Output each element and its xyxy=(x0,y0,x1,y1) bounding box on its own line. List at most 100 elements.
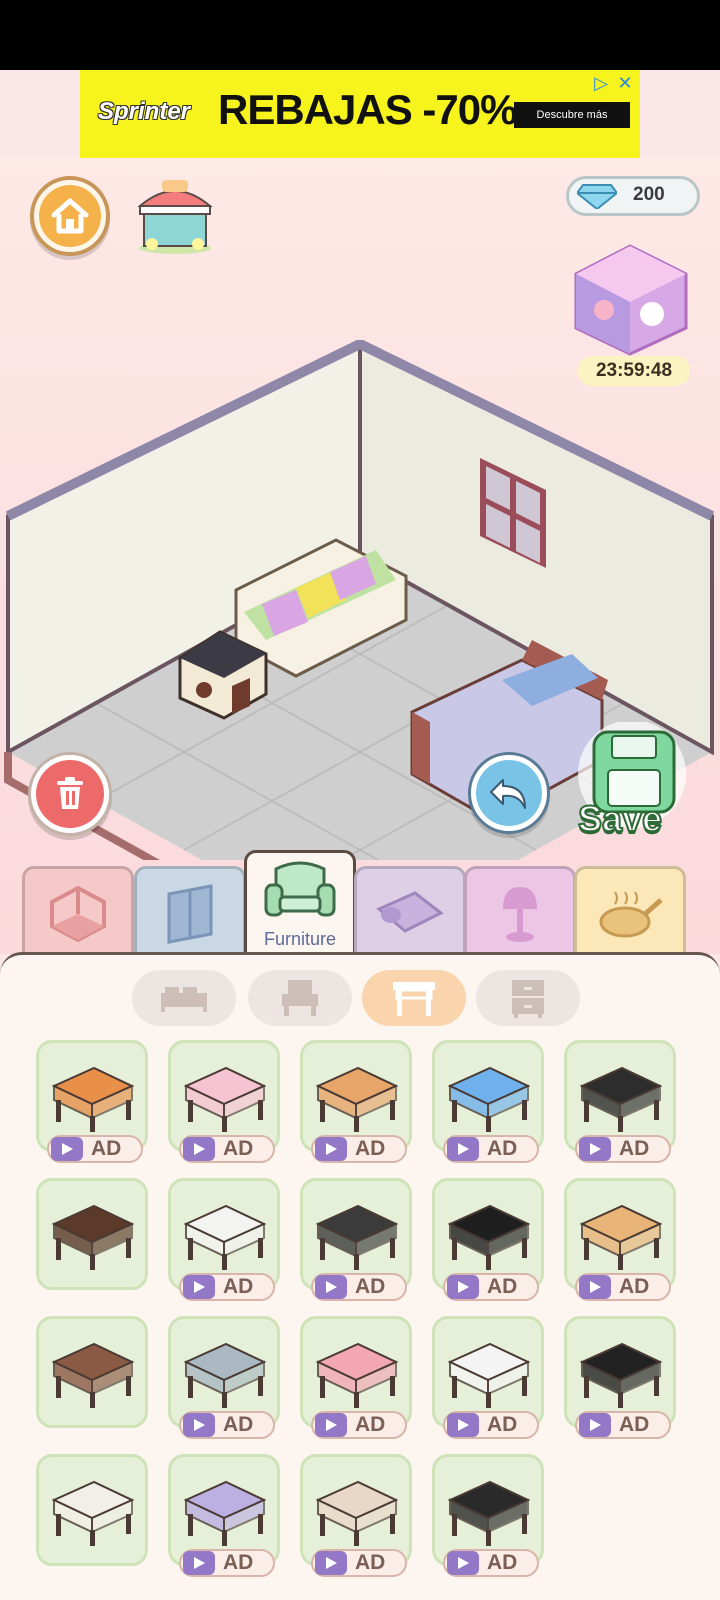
category-tabs: Furniture xyxy=(0,850,720,962)
shop-icon xyxy=(137,180,213,254)
subcat-tables[interactable] xyxy=(362,970,466,1026)
ad-label: AD xyxy=(619,1413,650,1436)
ad-label: AD xyxy=(355,1551,386,1574)
ad-unlock-badge[interactable]: AD xyxy=(575,1273,671,1301)
ad-label: AD xyxy=(619,1137,650,1160)
promo-timer: 23:59:48 xyxy=(578,356,690,386)
cream-writing-desk-icon xyxy=(315,1480,399,1546)
ad-cta-button[interactable]: Descubre más xyxy=(514,102,630,128)
tab-furniture-label: Furniture xyxy=(263,929,337,949)
black-marble-counter-icon xyxy=(447,1204,531,1270)
item-card-drafting-desk[interactable]: AD xyxy=(300,1178,412,1301)
tab-doors-windows[interactable] xyxy=(134,866,246,962)
gem-count: 200 xyxy=(633,184,665,205)
ad-label: AD xyxy=(355,1137,386,1160)
tab-furniture[interactable]: Furniture xyxy=(244,850,356,956)
table-icon xyxy=(393,982,435,1016)
subcat-beds[interactable] xyxy=(132,970,236,1026)
save-button[interactable]: Save xyxy=(574,720,692,846)
gem-counter[interactable]: 200 xyxy=(566,176,700,216)
bed-icon xyxy=(161,987,207,1012)
item-card-pink-oval-table[interactable]: AD xyxy=(300,1316,412,1439)
item-card-blue-tile-table[interactable]: AD xyxy=(432,1040,544,1163)
video-play-icon xyxy=(579,1137,611,1161)
save-label: Save xyxy=(577,797,663,840)
video-play-icon xyxy=(579,1275,611,1299)
item-card-white-marble-table[interactable]: AD xyxy=(168,1178,280,1301)
black-executive-desk-icon xyxy=(447,1480,531,1546)
shop-button[interactable] xyxy=(134,176,216,254)
wardrobe-icon xyxy=(167,884,213,944)
item-card-white-slim-table[interactable] xyxy=(36,1454,148,1566)
pink-coffee-table-icon xyxy=(183,1066,267,1132)
ad-unlock-badge[interactable]: AD xyxy=(311,1411,407,1439)
item-card-black-l-desk[interactable]: AD xyxy=(564,1040,676,1163)
ad-unlock-badge[interactable]: AD xyxy=(443,1549,539,1577)
ad-unlock-badge[interactable]: AD xyxy=(575,1135,671,1163)
video-play-icon xyxy=(315,1275,347,1299)
ad-headline: REBAJAS -70% xyxy=(218,86,517,133)
delete-button[interactable] xyxy=(28,752,112,836)
ad-unlock-badge[interactable]: AD xyxy=(311,1549,407,1577)
item-card-pink-coffee-table[interactable]: AD xyxy=(168,1040,280,1163)
item-card-lavender-cloth-table[interactable]: AD xyxy=(168,1454,280,1577)
diamond-icon xyxy=(577,184,617,209)
home-icon xyxy=(39,185,101,247)
ad-unlock-badge[interactable]: AD xyxy=(575,1411,671,1439)
home-button[interactable] xyxy=(30,176,110,256)
tab-kitchen[interactable] xyxy=(574,866,686,962)
item-card-glass-round-table[interactable]: AD xyxy=(168,1316,280,1439)
dark-wood-table-icon xyxy=(51,1204,135,1270)
video-play-icon xyxy=(447,1413,479,1437)
video-play-icon xyxy=(183,1413,215,1437)
video-play-icon xyxy=(183,1275,215,1299)
ad-label: AD xyxy=(487,1551,518,1574)
ad-unlock-badge[interactable]: AD xyxy=(179,1135,275,1163)
undo-button[interactable] xyxy=(468,752,550,834)
trash-icon xyxy=(36,760,104,828)
item-card-dark-wood-table[interactable] xyxy=(36,1178,148,1290)
small-brown-stool-icon xyxy=(51,1342,135,1408)
ad-label: AD xyxy=(223,1275,254,1298)
ad-banner[interactable]: Sprinter REBAJAS -70% Descubre más ▷ ✕ xyxy=(80,70,640,158)
item-card-keyboard-desk[interactable]: AD xyxy=(300,1040,412,1163)
ad-unlock-badge[interactable]: AD xyxy=(47,1135,143,1163)
subcat-chairs[interactable] xyxy=(248,970,352,1026)
rug-roll-icon xyxy=(376,891,444,933)
tab-rugs[interactable] xyxy=(354,866,466,962)
tab-room-layout[interactable] xyxy=(22,866,134,962)
video-play-icon xyxy=(183,1137,215,1161)
video-play-icon xyxy=(51,1137,83,1161)
item-card-beige-study-desk[interactable]: AD xyxy=(564,1178,676,1301)
promo-room-bundle[interactable] xyxy=(572,244,690,356)
item-card-black-marble-counter[interactable]: AD xyxy=(432,1178,544,1301)
tab-lamps[interactable] xyxy=(464,866,576,962)
item-card-wood-side-table[interactable]: AD xyxy=(36,1040,148,1163)
video-play-icon xyxy=(315,1413,347,1437)
item-card-cream-writing-desk[interactable]: AD xyxy=(300,1454,412,1577)
subcat-cabinets[interactable] xyxy=(476,970,580,1026)
item-card-white-orange-desk[interactable]: AD xyxy=(432,1316,544,1439)
ad-unlock-badge[interactable]: AD xyxy=(311,1273,407,1301)
item-card-black-executive-desk[interactable]: AD xyxy=(432,1454,544,1577)
item-card-small-brown-stool[interactable] xyxy=(36,1316,148,1428)
video-play-icon xyxy=(183,1551,215,1575)
close-icon[interactable]: ✕ xyxy=(614,72,636,94)
ad-unlock-badge[interactable]: AD xyxy=(443,1273,539,1301)
lavender-cloth-table-icon xyxy=(183,1480,267,1546)
armchair-icon xyxy=(264,861,336,917)
ad-choices-icon[interactable]: ▷ xyxy=(590,72,612,94)
lamp-icon xyxy=(503,887,537,942)
ad-unlock-badge[interactable]: AD xyxy=(179,1549,275,1577)
ad-unlock-badge[interactable]: AD xyxy=(443,1135,539,1163)
ad-unlock-badge[interactable]: AD xyxy=(311,1135,407,1163)
cabinet-icon xyxy=(512,980,544,1018)
ad-label: AD xyxy=(487,1413,518,1436)
ad-label: AD xyxy=(487,1275,518,1298)
item-card-black-white-l-desk[interactable]: AD xyxy=(564,1316,676,1439)
ad-unlock-badge[interactable]: AD xyxy=(179,1273,275,1301)
video-play-icon xyxy=(579,1413,611,1437)
room-layout-icon xyxy=(50,886,106,942)
ad-unlock-badge[interactable]: AD xyxy=(179,1411,275,1439)
ad-unlock-badge[interactable]: AD xyxy=(443,1411,539,1439)
